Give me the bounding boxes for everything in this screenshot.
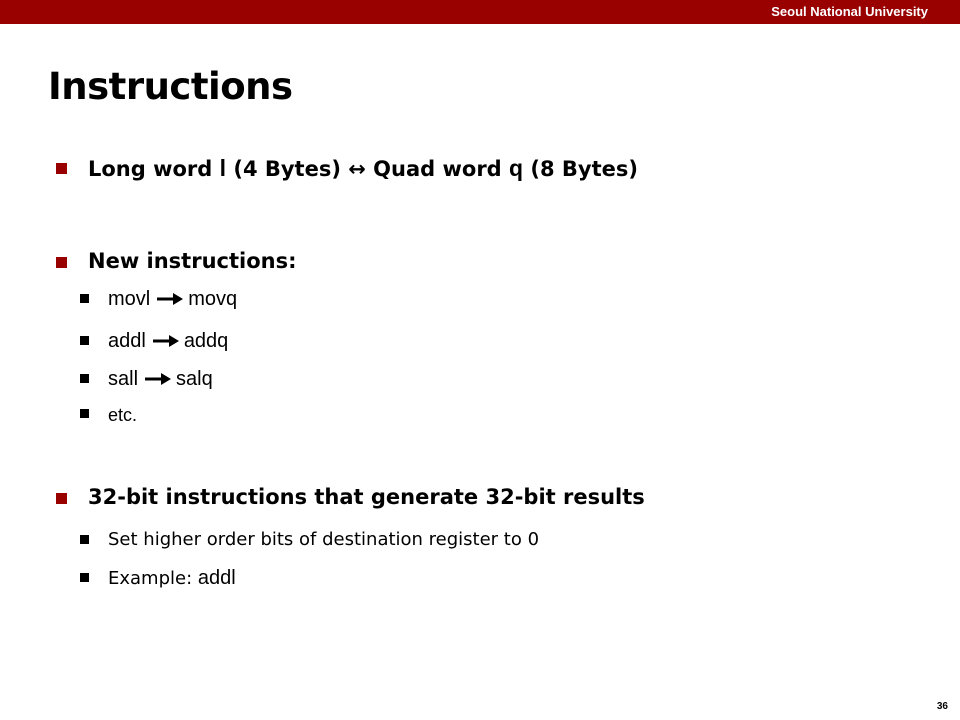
right-arrow-icon bbox=[145, 373, 172, 385]
bullet-marker bbox=[56, 257, 67, 268]
sub-bullet-marker bbox=[80, 573, 89, 582]
suffix-q: q bbox=[509, 155, 524, 181]
bullet-marker bbox=[56, 493, 67, 504]
instruction-to: movq bbox=[188, 288, 238, 310]
bullet-text: Long word bbox=[88, 157, 220, 181]
sub-bullet-marker bbox=[80, 374, 89, 383]
sub-bullet-marker bbox=[80, 535, 89, 544]
bullet-text: Quad word bbox=[365, 157, 510, 181]
bullet-new-instructions: New instructions: bbox=[88, 249, 297, 273]
instruction-pair: sall salq bbox=[108, 367, 213, 391]
instruction-to: addq bbox=[183, 330, 229, 352]
double-arrow-icon: ↔ bbox=[348, 157, 366, 181]
institution-name: Seoul National University bbox=[771, 4, 928, 19]
sub-item-higher-order-bits: Set higher order bits of destination reg… bbox=[108, 529, 540, 550]
bullet-text: (8 Bytes) bbox=[523, 157, 638, 181]
example-label: Example: bbox=[108, 568, 198, 589]
page-number: 36 bbox=[936, 701, 948, 712]
right-arrow-icon bbox=[152, 335, 179, 347]
etc-item: etc. bbox=[108, 405, 138, 425]
instruction-pair: movl movq bbox=[108, 287, 237, 311]
sub-item-example: Example: addl bbox=[108, 566, 236, 591]
instruction-pair: addl addq bbox=[108, 329, 228, 353]
sub-bullet-marker bbox=[80, 294, 89, 303]
right-arrow-icon bbox=[157, 293, 184, 305]
example-code: addl bbox=[197, 567, 236, 589]
sub-bullet-marker bbox=[80, 336, 89, 345]
slide-title: Instructions bbox=[48, 65, 293, 108]
header-bar: Seoul National University bbox=[0, 0, 960, 24]
instruction-to: salq bbox=[176, 368, 213, 390]
sub-bullet-marker bbox=[80, 409, 89, 418]
bullet-32bit-instructions: 32-bit instructions that generate 32-bit… bbox=[88, 485, 645, 509]
instruction-from: addl bbox=[108, 330, 146, 352]
instruction-from: movl bbox=[108, 288, 151, 310]
bullet-text: (4 Bytes) bbox=[226, 157, 349, 181]
bullet-marker bbox=[56, 163, 67, 174]
bullet-long-quad-word: Long word l (4 Bytes) ↔ Quad word q (8 B… bbox=[88, 154, 638, 183]
instruction-from: sall bbox=[108, 368, 139, 390]
